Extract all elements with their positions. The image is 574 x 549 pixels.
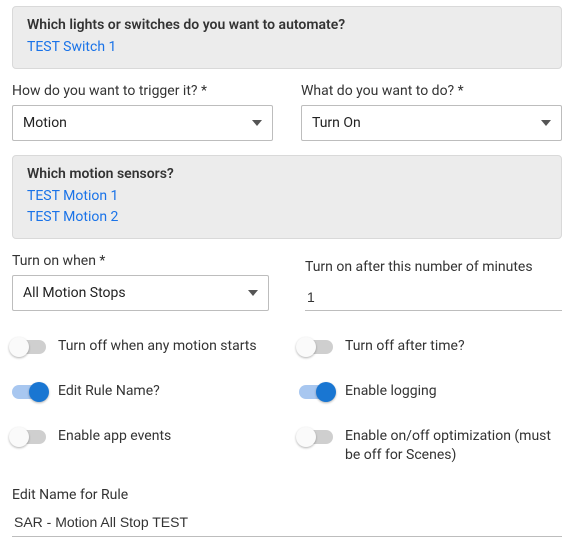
edit-rule-name-label: Edit Rule Name? xyxy=(58,382,160,401)
trigger-select-value: Motion xyxy=(23,115,67,131)
edit-rule-name-toggle[interactable] xyxy=(12,385,46,399)
enable-app-events-label: Enable app events xyxy=(58,427,171,446)
enable-optimization-toggle[interactable] xyxy=(299,430,333,444)
edit-name-label: Edit Name for Rule xyxy=(12,487,562,503)
turn-on-when-value: All Motion Stops xyxy=(23,285,126,301)
motion-sensors-question: Which motion sensors? xyxy=(27,166,547,182)
automate-lights-question: Which lights or switches do you want to … xyxy=(27,17,547,33)
enable-optimization-label: Enable on/off optimization (must be off … xyxy=(345,427,562,465)
turn-off-motion-starts-toggle[interactable] xyxy=(12,340,46,354)
turn-off-motion-starts-label: Turn off when any motion starts xyxy=(58,337,257,356)
automate-lights-panel: Which lights or switches do you want to … xyxy=(12,6,562,69)
chevron-down-icon xyxy=(541,120,551,126)
turn-off-after-time-label: Turn off after time? xyxy=(345,337,465,356)
selected-motion-link-1[interactable]: TEST Motion 1 xyxy=(27,186,547,207)
enable-logging-toggle[interactable] xyxy=(299,385,333,399)
chevron-down-icon xyxy=(252,120,262,126)
action-select-value: Turn On xyxy=(312,115,361,131)
turn-on-when-label: Turn on when * xyxy=(12,253,269,269)
enable-app-events-toggle[interactable] xyxy=(12,430,46,444)
edit-name-input[interactable] xyxy=(12,507,562,537)
selected-motion-link-2[interactable]: TEST Motion 2 xyxy=(27,207,547,228)
action-select[interactable]: Turn On xyxy=(301,105,562,141)
turn-off-after-time-toggle[interactable] xyxy=(299,340,333,354)
selected-switch-link[interactable]: TEST Switch 1 xyxy=(27,37,547,58)
turn-on-after-label: Turn on after this number of minutes xyxy=(305,259,562,275)
turn-on-after-input[interactable] xyxy=(305,281,562,311)
trigger-select[interactable]: Motion xyxy=(12,105,273,141)
trigger-label: How do you want to trigger it? * xyxy=(12,83,273,99)
action-label: What do you want to do? * xyxy=(301,83,562,99)
motion-sensors-panel: Which motion sensors? TEST Motion 1 TEST… xyxy=(12,155,562,239)
chevron-down-icon xyxy=(248,290,258,296)
enable-logging-label: Enable logging xyxy=(345,382,437,401)
turn-on-when-select[interactable]: All Motion Stops xyxy=(12,275,269,311)
